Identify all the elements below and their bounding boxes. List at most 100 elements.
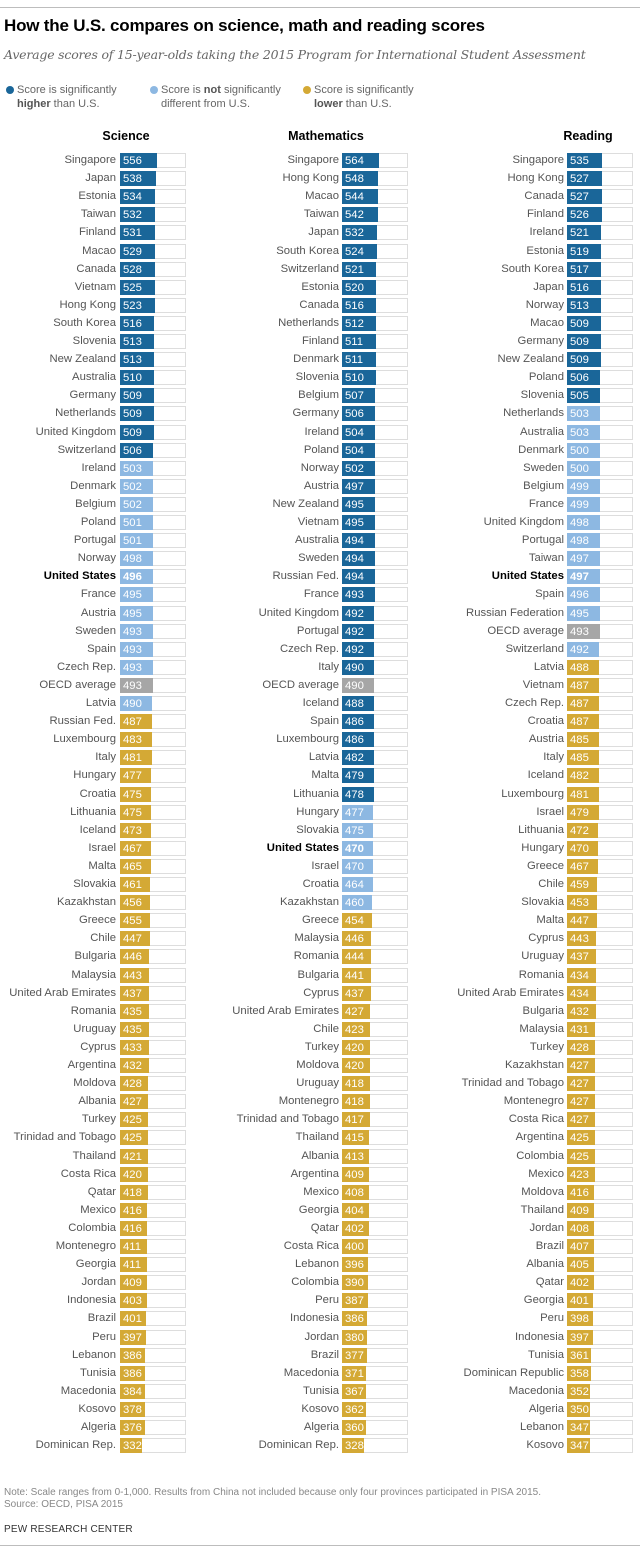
data-label: 416: [570, 1186, 589, 1199]
country-label: Iceland: [527, 769, 564, 782]
bar-track: 505: [567, 388, 633, 404]
country-label: Denmark: [518, 443, 564, 456]
country-label: Costa Rica: [508, 1113, 564, 1126]
bar-track: 401: [567, 1293, 633, 1309]
country-label: Italy: [543, 751, 564, 764]
data-label: 502: [123, 480, 142, 493]
data-label: 495: [123, 607, 142, 620]
table-row: Greece 467: [0, 858, 640, 876]
country-label: Dominican Republic: [463, 1366, 564, 1379]
bar-track: 509: [567, 315, 633, 331]
bar-track: 405: [567, 1257, 633, 1273]
data-label: 404: [345, 1204, 364, 1217]
country-label: Montenegro: [503, 1095, 564, 1108]
data-label: 487: [570, 698, 589, 710]
data-label: 461: [123, 879, 142, 891]
bar-track: 361: [567, 1347, 633, 1363]
bar-track: 517: [567, 261, 633, 277]
bar-track: 416: [567, 1184, 633, 1200]
country-label: Vietnam: [522, 678, 564, 691]
data-label: 532: [345, 227, 364, 240]
data-label: 520: [345, 281, 364, 294]
table-row: United States 497: [0, 568, 640, 586]
data-label: 486: [345, 716, 364, 729]
data-label: 352: [570, 1385, 589, 1398]
country-label: France: [528, 497, 564, 510]
bar-track: 493: [567, 623, 633, 639]
data-label: 428: [123, 1078, 142, 1091]
bar-track: 500: [567, 442, 633, 458]
country-label: Croatia: [527, 715, 564, 728]
data-label: 416: [123, 1222, 142, 1235]
table-row: Argentina 425: [0, 1129, 640, 1147]
country-label: Macao: [530, 316, 564, 329]
bar-track: 498: [567, 533, 633, 549]
data-label: 509: [123, 408, 142, 421]
table-row: Moldova 416: [0, 1184, 640, 1202]
bar-track: 497: [567, 551, 633, 567]
data-label: 401: [123, 1313, 142, 1326]
data-label: 497: [570, 571, 589, 584]
data-label: 401: [570, 1295, 589, 1308]
data-label: 455: [123, 915, 142, 928]
data-label: 531: [123, 227, 142, 240]
table-row: Thailand 409: [0, 1202, 640, 1220]
data-label: 492: [570, 643, 589, 656]
table-row: Croatia 487: [0, 713, 640, 731]
legend-dot-higher-icon: [6, 86, 14, 94]
data-label: 421: [123, 1150, 142, 1163]
table-row: Hong Kong 527: [0, 170, 640, 188]
data-label: 473: [123, 824, 142, 837]
bar-track: 516: [567, 279, 633, 295]
bar-track: 423: [567, 1166, 633, 1182]
table-row: Mexico 423: [0, 1166, 640, 1184]
country-label: Germany: [517, 335, 564, 347]
bar-track: 488: [567, 659, 633, 675]
data-label: 513: [570, 299, 589, 312]
brand-label: PEW RESEARCH CENTER: [4, 1524, 133, 1535]
data-label: 509: [570, 354, 589, 367]
country-label: Norway: [525, 298, 564, 311]
data-label: 377: [345, 1349, 364, 1362]
bar-track: 437: [567, 949, 633, 965]
table-row: Canada 527: [0, 188, 640, 206]
data-label: 358: [570, 1367, 589, 1380]
data-label: 529: [123, 245, 142, 258]
table-row: Israel 479: [0, 804, 640, 822]
data-label: 521: [570, 227, 589, 240]
country-label: Georgia: [523, 1294, 564, 1307]
data-label: 501: [123, 535, 142, 548]
data-label: 493: [123, 643, 142, 656]
country-label: South Korea: [501, 262, 564, 275]
table-row: United Arab Emirates 434: [0, 985, 640, 1003]
data-label: 435: [123, 1005, 142, 1018]
data-label: 496: [570, 589, 589, 602]
data-label: 506: [570, 372, 589, 385]
bar-track: 499: [567, 496, 633, 512]
data-label: 493: [123, 679, 142, 692]
data-label: 386: [123, 1367, 142, 1380]
table-row: Spain 496: [0, 586, 640, 604]
country-label: Turkey: [529, 1040, 564, 1053]
data-label: 556: [123, 155, 142, 167]
data-label: 447: [123, 933, 142, 946]
data-label: 427: [570, 1078, 589, 1091]
data-label: 513: [123, 336, 142, 348]
bar-track: 352: [567, 1383, 633, 1399]
table-row: Denmark 500: [0, 442, 640, 460]
data-label: 380: [345, 1331, 364, 1344]
data-label: 447: [570, 915, 589, 928]
data-label: 432: [123, 1060, 142, 1072]
country-label: Albania: [526, 1258, 564, 1271]
data-label: 425: [123, 1132, 142, 1145]
source-note: Source: OECD, PISA 2015: [4, 1499, 123, 1510]
bar-track: 398: [567, 1311, 633, 1327]
table-row: Slovenia 505: [0, 387, 640, 405]
bar-track: 498: [567, 515, 633, 530]
table-row: Netherlands 503: [0, 405, 640, 423]
table-row: Slovakia 453: [0, 894, 640, 912]
country-label: United Kingdom: [483, 516, 564, 528]
data-label: 465: [123, 860, 142, 873]
bar-track: 509: [567, 352, 633, 368]
table-row: Romania 434: [0, 967, 640, 985]
